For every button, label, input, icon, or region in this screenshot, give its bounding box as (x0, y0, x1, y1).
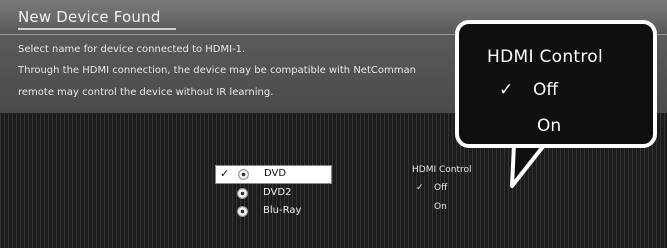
check-icon: ✓ (499, 80, 514, 100)
check-icon: ✓ (416, 183, 424, 193)
device-name-list[interactable]: ✓ DVD DVD2 Blu-Ray (215, 165, 332, 223)
callout-option-label: Off (533, 80, 559, 100)
dialog-title: New Device Found (18, 8, 161, 26)
hdmi-control-setting: HDMI Control ✓ Off On (412, 165, 512, 235)
callout-heading: HDMI Control (487, 47, 604, 67)
device-option-label: Blu-Ray (263, 205, 302, 216)
hdmi-control-option-label: On (434, 202, 447, 212)
check-icon: ✓ (220, 167, 230, 180)
tv-screen: New Device Found Select name for device … (0, 0, 667, 248)
callout-option-label: On (537, 116, 562, 136)
device-option-dvd[interactable]: ✓ DVD (215, 165, 332, 184)
disc-icon (237, 188, 248, 199)
device-option-label: DVD2 (263, 187, 292, 198)
hdmi-control-option-label: Off (434, 183, 448, 193)
disc-icon (238, 169, 249, 180)
disc-icon (237, 206, 248, 217)
title-underline (18, 28, 176, 30)
description-line-3: remote may control the device without IR… (18, 87, 274, 98)
device-option-dvd2[interactable]: DVD2 (215, 185, 330, 202)
hdmi-control-heading: HDMI Control (412, 165, 472, 175)
device-option-label: DVD (264, 168, 287, 179)
device-option-blu-ray[interactable]: Blu-Ray (215, 203, 330, 220)
hdmi-control-callout: HDMI Control ✓ Off On (455, 20, 657, 148)
description-line-1: Select name for device connected to HDMI… (18, 44, 246, 55)
description-line-2: Through the HDMI connection, the device … (18, 65, 416, 76)
